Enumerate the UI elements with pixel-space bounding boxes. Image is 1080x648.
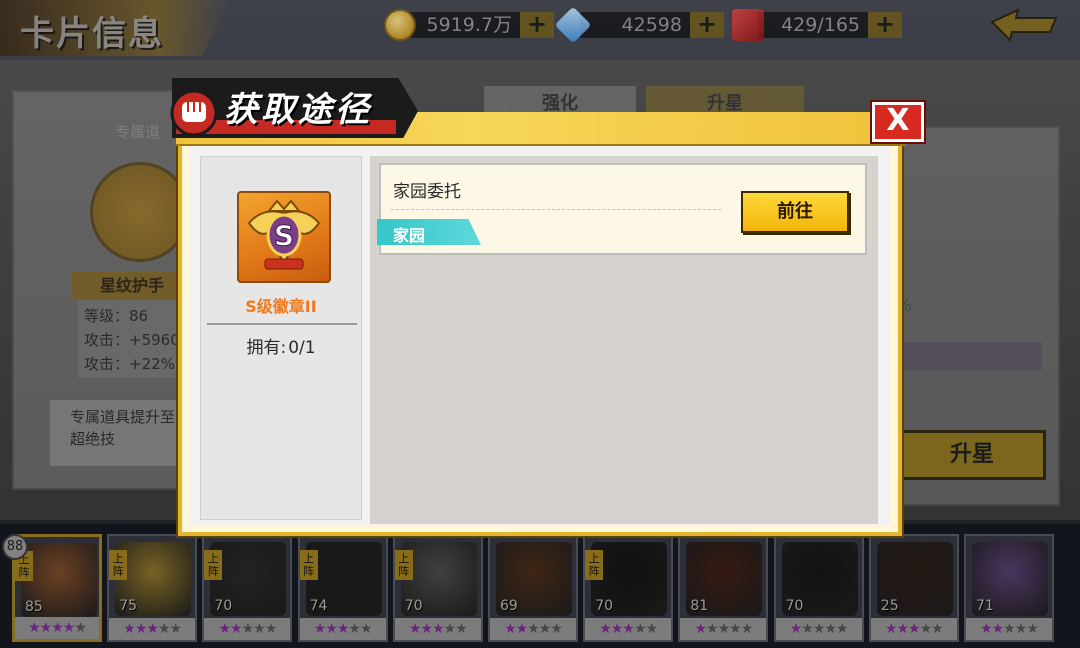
gold-coin-icon [384, 9, 416, 41]
owned-label: 拥有: [246, 338, 287, 358]
owned-value: 0/1 [288, 338, 316, 358]
source-tag: 家园 [377, 219, 481, 245]
svg-text:S: S [274, 219, 294, 252]
close-button[interactable]: X [872, 102, 924, 142]
item-divider [207, 323, 357, 325]
go-button[interactable]: 前往 [741, 191, 849, 233]
card-ticket-icon [732, 9, 764, 41]
dialog-title: 获取途径 [224, 90, 372, 130]
fist-icon [170, 89, 218, 137]
item-owned: 拥有: 0/1 [201, 333, 361, 358]
source-tag-label: 家园 [393, 226, 426, 245]
source-name: 家园委托 [393, 182, 461, 202]
s-badge-icon: S [237, 191, 331, 283]
item-name: S级徽章II [245, 297, 317, 316]
item-info-panel: S S级徽章II 拥有: 0/1 [200, 156, 362, 520]
source-row: 家园委托 家园 前往 [377, 163, 867, 255]
source-divider [391, 209, 721, 210]
